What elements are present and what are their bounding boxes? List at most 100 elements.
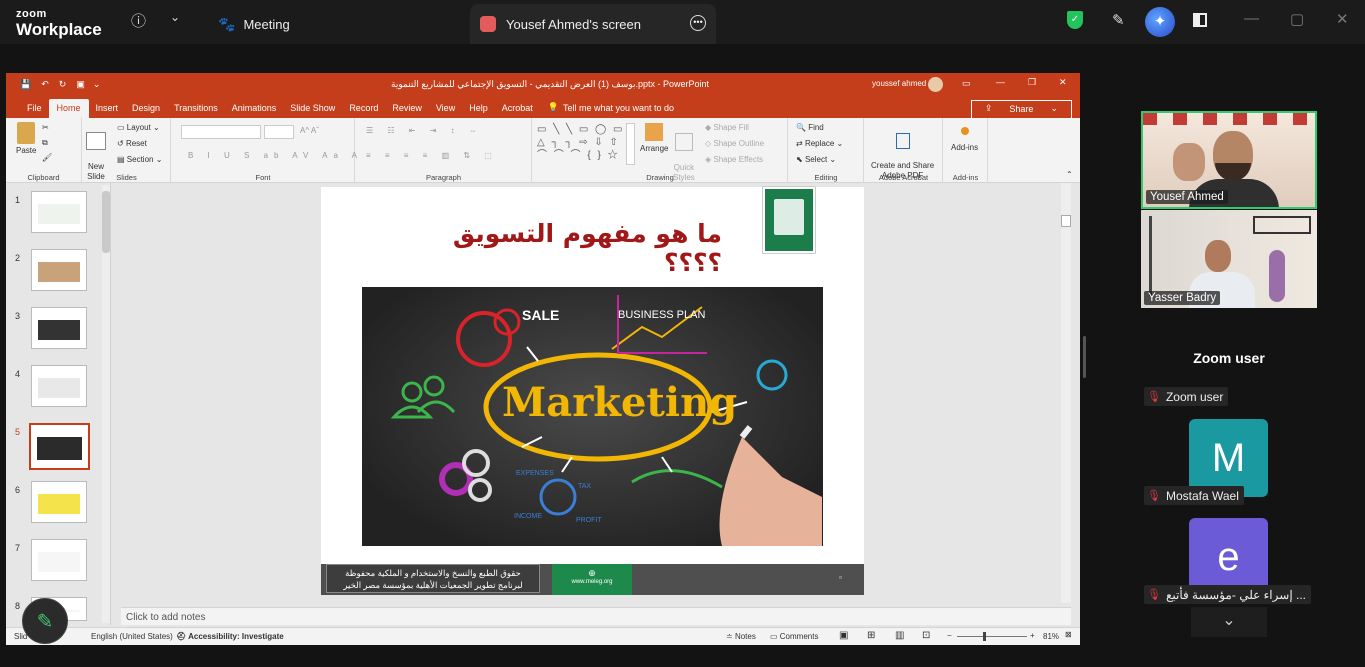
tab-review[interactable]: Review	[385, 103, 429, 118]
annotate-floating-button[interactable]: ✎	[22, 598, 68, 644]
layout-view-icon[interactable]	[1193, 13, 1207, 27]
slideshow-view-icon[interactable]: ⊡	[922, 630, 930, 641]
replace-button[interactable]: ⇄ Replace ⌄	[796, 139, 843, 148]
tab-animations[interactable]: Animations	[225, 103, 284, 118]
fit-slide-icon[interactable]: ⊠	[1065, 630, 1072, 639]
annotate-pen-icon[interactable]: ✎	[1112, 11, 1125, 29]
meeting-tab[interactable]: 🐾 Meeting	[218, 4, 290, 44]
customize-qat-icon[interactable]: ⌄	[93, 79, 101, 90]
status-language[interactable]: English (United States)	[91, 632, 173, 641]
slide-sorter-icon[interactable]: ⊞	[867, 630, 875, 641]
slide-thumbnail[interactable]	[31, 365, 87, 407]
arrange-button[interactable]: Arrange	[640, 123, 668, 153]
participant-esraa-ali[interactable]: 🎙 إسراء علي -مؤسسة فأتبع ...	[1144, 585, 1311, 604]
shapes-gallery-scroll[interactable]	[626, 123, 635, 165]
thumbnails-scrollbar[interactable]	[102, 185, 110, 623]
maximize-icon[interactable]: ▢	[1290, 10, 1304, 28]
tab-insert[interactable]: Insert	[89, 103, 126, 118]
font-format-icons[interactable]: B I U S ab AV Aa A	[188, 151, 363, 160]
ribbon-display-icon[interactable]: ▭	[962, 78, 971, 89]
shape-fill-button[interactable]: ◆ Shape Fill	[705, 123, 749, 132]
tab-view[interactable]: View	[429, 103, 462, 118]
collapse-ribbon-icon[interactable]: ⌃	[1066, 170, 1073, 179]
shape-fill-label: Shape Fill	[713, 123, 749, 132]
section-button[interactable]: ▤ Section ⌄	[117, 155, 162, 164]
present-icon[interactable]: ▣	[76, 79, 85, 90]
current-slide[interactable]: ما هو مفهوم التسويق ؟؟؟؟ Marketing SALE …	[321, 187, 864, 595]
status-accessibility[interactable]: ⛑ Accessibility: Investigate	[176, 632, 284, 641]
slide-title[interactable]: ما هو مفهوم التسويق ؟؟؟؟	[417, 219, 722, 277]
website-url: www.meleg.org	[571, 579, 613, 585]
scroll-participants-down[interactable]: ⌄	[1191, 607, 1267, 637]
info-icon[interactable]: ⓘ	[131, 10, 146, 31]
tab-design[interactable]: Design	[125, 103, 167, 118]
video-tile-active-speaker[interactable]: Yousef Ahmed	[1141, 111, 1317, 209]
participant-zoom-user[interactable]: 🎙 Zoom user	[1144, 387, 1229, 406]
align-icons[interactable]: ≡ ≡ ≡ ≡ ▥ ⇅ ⬚	[366, 151, 498, 160]
zoom-out-icon[interactable]: −	[947, 631, 952, 640]
find-button[interactable]: 🔍 Find	[796, 123, 824, 132]
copy-icon[interactable]: ⧉	[42, 138, 48, 148]
slide-thumbnail[interactable]	[31, 249, 87, 291]
save-icon[interactable]: 💾	[20, 79, 31, 90]
ppt-close-icon[interactable]: ✕	[1059, 77, 1067, 88]
reset-button[interactable]: ↺ Reset	[117, 139, 147, 148]
tab-file[interactable]: File	[20, 103, 49, 118]
tab-record[interactable]: Record	[342, 103, 385, 118]
more-options-icon[interactable]: •••	[690, 15, 706, 31]
tab-home[interactable]: Home	[48, 99, 89, 118]
font-name-box[interactable]	[181, 125, 261, 139]
normal-view-icon[interactable]: ▣	[839, 630, 848, 641]
tab-slide-show[interactable]: Slide Show	[283, 103, 342, 118]
zoom-in-icon[interactable]: +	[1030, 631, 1035, 640]
participant-mostafa-wael[interactable]: 🎙 Mostafa Wael	[1144, 486, 1244, 505]
slide-thumbnail[interactable]	[31, 307, 87, 349]
undo-icon[interactable]: ↶	[41, 79, 49, 90]
minimize-icon[interactable]: —	[1244, 10, 1259, 27]
marketing-image[interactable]: Marketing SALE BUSINESS PLAN EXPENSES TA…	[362, 287, 823, 546]
shapes-gallery[interactable]: ▭ ╲ ╲ ▭ ◯ ▭ △ ┐ ┐ ⇨ ⇩ ⇧ ⌒ ⌒ ⌒ { } ☆	[537, 123, 625, 165]
tab-help[interactable]: Help	[462, 103, 495, 118]
paste-button[interactable]: Paste	[16, 122, 36, 155]
security-shield-icon[interactable]: ✓	[1067, 11, 1083, 29]
slide-thumbnail-number: 8	[15, 601, 21, 611]
notes-pane[interactable]: Click to add notes	[121, 607, 1071, 625]
video-tile-participant[interactable]: Yasser Badry	[1141, 210, 1317, 308]
slide-thumbnail[interactable]	[29, 423, 90, 470]
ai-companion-icon[interactable]: ✦	[1145, 7, 1175, 37]
share-screen-tab[interactable]: Yousef Ahmed's screen •••	[470, 4, 716, 44]
ppt-minimize-icon[interactable]: —	[996, 77, 1005, 87]
canvas-scrollbar[interactable]	[1061, 183, 1071, 603]
zoom-slider[interactable]	[957, 632, 1027, 641]
slide-thumbnail[interactable]	[31, 539, 87, 581]
zoom-slider-thumb[interactable]	[983, 632, 986, 641]
addins-button[interactable]: Add-ins	[951, 123, 978, 152]
tab-transitions[interactable]: Transitions	[167, 103, 225, 118]
layout-button[interactable]: ▭ Layout ⌄	[117, 123, 160, 132]
format-painter-icon[interactable]: 🖌	[42, 153, 52, 162]
comments-button[interactable]: ▭ Comments	[770, 632, 818, 641]
tab-acrobat[interactable]: Acrobat	[495, 103, 540, 118]
group-drawing: ▭ ╲ ╲ ▭ ◯ ▭ △ ┐ ┐ ⇨ ⇩ ⇧ ⌒ ⌒ ⌒ { } ☆ Arrang…	[533, 118, 788, 183]
shape-effects-button[interactable]: ◈ Shape Effects	[705, 155, 763, 164]
group-font: A^ Aˇ B I U S ab AV Aa A Font	[172, 118, 357, 183]
notes-button[interactable]: ≐ Notes	[726, 632, 756, 641]
chevron-down-icon[interactable]: ⌄	[170, 10, 180, 24]
reading-view-icon[interactable]: ▥	[895, 630, 904, 641]
ppt-restore-icon[interactable]: ❐	[1028, 77, 1036, 88]
grow-font-icon[interactable]: A^ Aˇ	[300, 126, 319, 135]
slide-thumbnail[interactable]	[31, 481, 87, 523]
close-icon[interactable]: ✕	[1336, 10, 1349, 28]
redo-icon[interactable]: ↻	[59, 79, 67, 90]
cut-icon[interactable]: ✂	[42, 123, 49, 132]
panel-resize-handle[interactable]	[1083, 336, 1086, 378]
list-icons[interactable]: ☰ ☷ ⇤ ⇥ ↕ ⇔	[366, 126, 483, 135]
font-size-box[interactable]	[264, 125, 294, 139]
select-button[interactable]: ⬉ Select ⌄	[796, 155, 836, 164]
slide-thumbnail[interactable]	[31, 191, 87, 233]
tell-me-search[interactable]: Tell me what you want to do	[563, 103, 681, 118]
user-avatar[interactable]	[928, 77, 943, 92]
shape-outline-button[interactable]: ◇ Shape Outline	[705, 139, 764, 148]
account-name[interactable]: youssef ahmed	[872, 79, 926, 88]
zoom-level[interactable]: 81%	[1043, 632, 1059, 641]
